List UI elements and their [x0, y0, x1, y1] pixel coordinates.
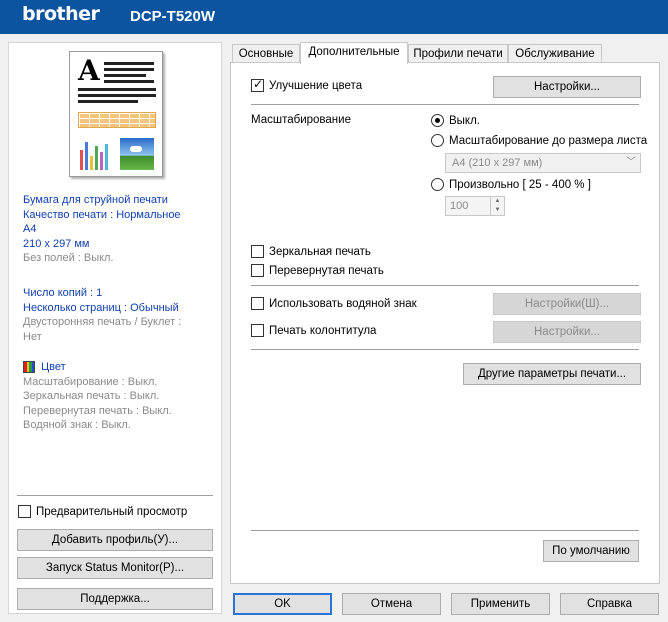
scaling-fit-option[interactable]: Масштабирование до размера листа	[431, 134, 647, 147]
summary-color-label: Цвет	[41, 361, 66, 373]
apply-button[interactable]: Применить	[451, 593, 550, 615]
ok-button[interactable]: OK	[233, 593, 332, 615]
cancel-button[interactable]: Отмена	[342, 593, 441, 615]
color-enhance-settings-button[interactable]: Настройки...	[493, 76, 641, 98]
watermark-settings-button[interactable]: Настройки(Ш)...	[493, 293, 641, 315]
divider	[251, 349, 639, 350]
color-enhance-checkbox[interactable]	[251, 77, 264, 92]
scaling-fit-paper-select[interactable]: A4 (210 x 297 мм) ﹀	[445, 153, 641, 173]
page-preview-thumbnail: A	[69, 51, 163, 177]
scaling-off-option[interactable]: Выкл.	[431, 114, 480, 127]
preview-checkbox-row[interactable]: Предварительный просмотр	[18, 505, 187, 518]
summary-quality: Качество печати : Нормальное	[23, 208, 181, 221]
preview-table-graphic	[78, 112, 156, 128]
header-footer-row[interactable]: Печать колонтитула	[251, 324, 376, 337]
summary-mirror: Зеркальная печать : Выкл.	[23, 390, 160, 402]
color-enhance-label: Улучшение цвета	[269, 79, 363, 92]
tab-maintenance[interactable]: Обслуживание	[508, 44, 602, 63]
scaling-fit-paper-value: A4 (210 x 297 мм)	[452, 157, 543, 169]
status-monitor-button[interactable]: Запуск Status Monitor(P)...	[17, 557, 213, 579]
tab-basic[interactable]: Основные	[232, 44, 300, 63]
tab-advanced[interactable]: Дополнительные	[300, 42, 408, 64]
summary-dimensions: 210 x 297 мм	[23, 237, 90, 250]
summary-multipage: Несколько страниц : Обычный	[23, 301, 179, 314]
preview-photo-graphic	[120, 138, 154, 170]
header-footer-settings-button[interactable]: Настройки...	[493, 321, 641, 343]
summary-color: Цвет	[23, 360, 172, 375]
scaling-fit-label: Масштабирование до размера листа	[449, 134, 648, 147]
summary-duplex: Двусторонняя печать / Буклет :	[23, 316, 182, 328]
preview-letter-glyph: A	[78, 54, 100, 87]
mirror-print-checkbox[interactable]	[251, 245, 264, 258]
scaling-custom-percent-value: 100	[450, 200, 469, 212]
summary-paper-size: A4	[23, 223, 37, 235]
add-profile-button[interactable]: Добавить профиль(У)...	[17, 529, 213, 551]
left-panel-divider	[17, 495, 213, 496]
reverse-print-checkbox[interactable]	[251, 264, 264, 277]
summary-copies: Число копий : 1 Несколько страниц : Обыч…	[23, 286, 181, 344]
summary-scaling: Масштабирование : Выкл.	[23, 375, 158, 388]
summary-borderless: Без полей : Выкл.	[23, 252, 114, 264]
spinner-arrows-icon[interactable]: ▲ ▼	[490, 197, 504, 215]
scaling-off-radio[interactable]	[431, 114, 444, 127]
divider	[251, 104, 639, 105]
header-footer-checkbox[interactable]	[251, 324, 264, 337]
header-footer-label: Печать колонтитула	[269, 324, 377, 337]
summary-paper: Бумага для струйной печати Качество печа…	[23, 193, 181, 266]
scaling-label: Масштабирование	[251, 114, 351, 126]
restore-defaults-button[interactable]: По умолчанию	[543, 540, 639, 562]
summary-advanced: Цвет Масштабирование : Выкл. Зеркальная …	[23, 360, 172, 433]
color-mode-icon	[23, 361, 35, 374]
divider	[251, 530, 639, 531]
watermark-label: Использовать водяной знак	[269, 297, 417, 310]
summary-duplex-value: Нет	[23, 330, 42, 343]
reverse-print-row[interactable]: Перевернутая печать	[251, 264, 384, 277]
summary-watermark: Водяной знак : Выкл.	[23, 419, 131, 431]
preview-checkbox-label: Предварительный просмотр	[36, 505, 188, 518]
divider	[251, 285, 639, 286]
scaling-custom-label: Произвольно [ 25 - 400 % ]	[449, 178, 591, 191]
summary-reverse: Перевернутая печать : Выкл.	[23, 404, 172, 417]
color-enhance-row[interactable]: Улучшение цвета	[251, 77, 363, 92]
preview-checkbox[interactable]	[18, 505, 31, 518]
summary-copies-count: Число копий : 1	[23, 287, 103, 299]
help-button[interactable]: Справка	[560, 593, 659, 615]
reverse-print-label: Перевернутая печать	[269, 264, 384, 277]
tab-print-profiles[interactable]: Профили печати	[408, 44, 508, 63]
scaling-custom-percent-spinner[interactable]: 100 ▲ ▼	[445, 196, 505, 216]
brand-logo: brother	[22, 3, 100, 25]
scaling-fit-radio[interactable]	[431, 134, 444, 147]
summary-paper-type: Бумага для струйной печати	[23, 194, 168, 206]
settings-summary-panel: A Бумага для струйной печати Качество пе…	[8, 42, 222, 614]
preview-chart-graphic	[78, 138, 112, 170]
scaling-off-label: Выкл.	[449, 114, 481, 127]
support-button[interactable]: Поддержка...	[17, 588, 213, 610]
watermark-checkbox[interactable]	[251, 297, 264, 310]
advanced-tab-panel: Улучшение цвета Настройки... Масштабиров…	[230, 62, 660, 584]
scaling-custom-option[interactable]: Произвольно [ 25 - 400 % ]	[431, 178, 591, 191]
model-name: DCP-T520W	[130, 8, 216, 25]
chevron-down-icon: ﹀	[626, 157, 636, 168]
watermark-row[interactable]: Использовать водяной знак	[251, 297, 417, 310]
mirror-print-label: Зеркальная печать	[269, 245, 371, 258]
header-bar: brother DCP-T520W	[0, 0, 668, 34]
other-print-options-button[interactable]: Другие параметры печати...	[463, 363, 641, 385]
scaling-custom-radio[interactable]	[431, 178, 444, 191]
mirror-print-row[interactable]: Зеркальная печать	[251, 245, 371, 258]
